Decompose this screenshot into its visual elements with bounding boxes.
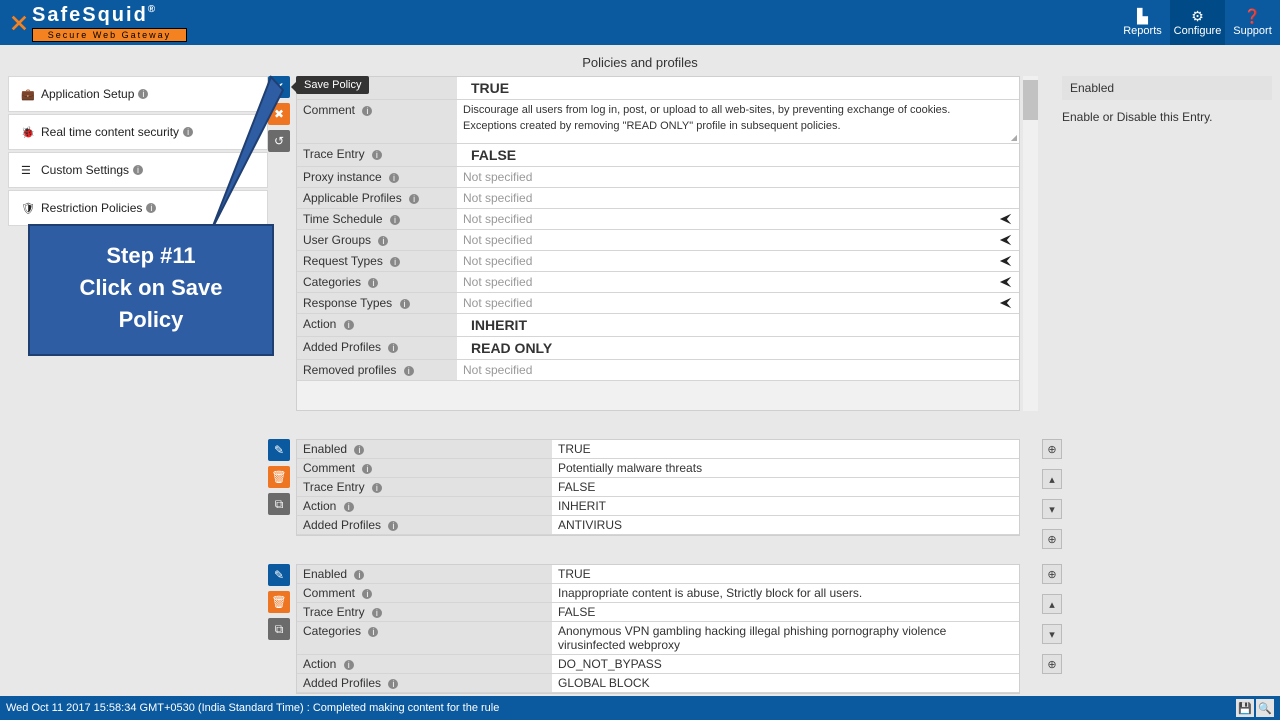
info-icon [133,165,143,175]
info-icon [390,215,400,225]
profiles-field[interactable]: Not specified [463,191,532,205]
groups-field[interactable]: Not specified [463,233,532,247]
edit-button[interactable]: ✎ [268,439,290,461]
move-bottom-button[interactable]: ⊕ [1042,654,1062,674]
nav-support[interactable]: ❓Support [1225,0,1280,45]
instruction-callout: Step #11 Click on Save Policy [28,224,274,356]
briefcase-icon: 💼 [21,88,35,101]
move-bottom-button[interactable]: ⊕ [1042,529,1062,549]
status-bar: Wed Oct 11 2017 15:58:34 GMT+0530 (India… [0,696,1280,720]
move-down-button[interactable]: ▾ [1042,624,1062,644]
delete-button[interactable]: 🗑 [268,591,290,613]
resp-field[interactable]: Not specified [463,296,532,310]
info-icon [362,106,372,116]
cat-field[interactable]: Not specified [463,275,532,289]
send-icon[interactable] [999,275,1013,289]
copy-button[interactable]: ⧉ [268,493,290,515]
help-title: Enabled [1062,76,1272,100]
action-value[interactable]: INHERIT [463,317,1013,333]
info-icon [388,521,398,531]
info-icon [409,194,419,204]
search-icon[interactable]: 🔍 [1256,699,1274,717]
help-desc: Enable or Disable this Entry. [1062,110,1272,124]
info-icon [362,464,372,474]
enabled-value[interactable]: TRUE [463,80,1013,96]
info-icon [368,627,378,637]
move-top-button[interactable]: ⊕ [1042,564,1062,584]
info-icon [354,445,364,455]
move-up-button[interactable]: ▴ [1042,469,1062,489]
resize-handle[interactable]: ◢ [1011,133,1017,142]
added-value[interactable]: READ ONLY [463,340,1013,356]
edit-button[interactable]: ✎ [268,564,290,586]
info-icon [368,278,378,288]
top-nav: ▙Reports ⚙Configure ❓Support [1115,0,1280,45]
info-icon [344,320,354,330]
info-icon [372,483,382,493]
send-icon[interactable] [999,296,1013,310]
info-icon [378,236,388,246]
scroll-thumb[interactable] [1023,80,1038,120]
info-icon [344,502,354,512]
policy-form-1: Enabled TRUE Comment Discourage all user… [296,76,1020,411]
info-icon [400,299,410,309]
send-icon[interactable] [999,212,1013,226]
comment-field[interactable]: Discourage all users from log in, post, … [463,103,1013,135]
chart-icon: ▙ [1115,8,1170,25]
info-icon [388,343,398,353]
callout-arrow [143,55,313,235]
logo-text: SafeSquid® [32,4,157,26]
info-icon [404,366,414,376]
removed-field[interactable]: Not specified [463,363,532,377]
help-panel: Enabled Enable or Disable this Entry. [1062,76,1272,694]
help-icon: ❓ [1225,8,1280,25]
req-field[interactable]: Not specified [463,254,532,268]
logo-icon [10,14,28,32]
info-icon [390,257,400,267]
logo-subtitle: Secure Web Gateway [32,28,187,42]
move-up-button[interactable]: ▴ [1042,594,1062,614]
info-icon [372,608,382,618]
save-icon[interactable]: 💾 [1236,699,1254,717]
copy-button[interactable]: ⧉ [268,618,290,640]
info-icon [362,589,372,599]
bug-icon: 🐞 [21,126,35,139]
send-icon[interactable] [999,233,1013,247]
trace-value[interactable]: FALSE [463,147,1013,163]
save-tooltip: Save Policy [296,76,369,94]
proxy-field[interactable]: Not specified [463,170,532,184]
time-field[interactable]: Not specified [463,212,532,226]
info-icon [354,570,364,580]
move-top-button[interactable]: ⊕ [1042,439,1062,459]
logo: SafeSquid® Secure Web Gateway [0,0,187,45]
info-icon [389,173,399,183]
delete-button[interactable]: 🗑 [268,466,290,488]
nav-configure[interactable]: ⚙Configure [1170,0,1225,45]
shield-icon: 🛡 [21,202,35,215]
policy-summary-3: Enabled TRUE Comment Inappropriate conte… [296,564,1020,694]
send-icon[interactable] [999,254,1013,268]
policy-summary-2: Enabled TRUE Comment Potentially malware… [296,439,1020,536]
sliders-icon: ☰ [21,164,35,177]
nav-reports[interactable]: ▙Reports [1115,0,1170,45]
gears-icon: ⚙ [1170,8,1225,25]
move-down-button[interactable]: ▾ [1042,499,1062,519]
status-text: Wed Oct 11 2017 15:58:34 GMT+0530 (India… [6,702,499,714]
info-icon [388,679,398,689]
scrollbar[interactable] [1023,76,1038,411]
info-icon [372,150,382,160]
topbar: SafeSquid® Secure Web Gateway ▙Reports ⚙… [0,0,1280,45]
info-icon [344,660,354,670]
